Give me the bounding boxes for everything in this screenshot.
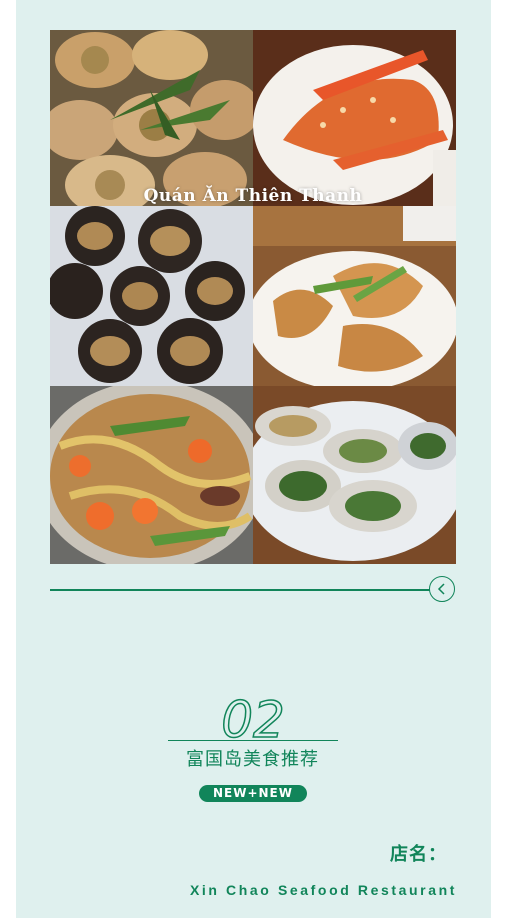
number-underline [168,740,338,741]
chevron-left-icon[interactable] [429,576,455,602]
section-number: 02 [168,692,338,742]
section-number-text: 02 [221,692,285,742]
section-title: 富国岛美食推荐 [186,749,319,770]
shop-name-label: 店名： [390,844,447,865]
food-photo-collage [50,30,456,564]
photo-lobster [253,30,456,206]
photo-sea-urchins [50,206,253,386]
shop-name: Xin Chao Seafood Restaurant [189,882,457,898]
photo-oysters [253,386,456,564]
new-badge: NEW+NEW [199,785,307,802]
section-divider [50,589,432,591]
restaurant-overlay-text: Quán Ăn Thiên Thanh [143,186,363,206]
photo-scallops [50,30,253,206]
photo-fried-lobster [253,206,456,386]
photo-noodle-hotpot [50,386,253,564]
